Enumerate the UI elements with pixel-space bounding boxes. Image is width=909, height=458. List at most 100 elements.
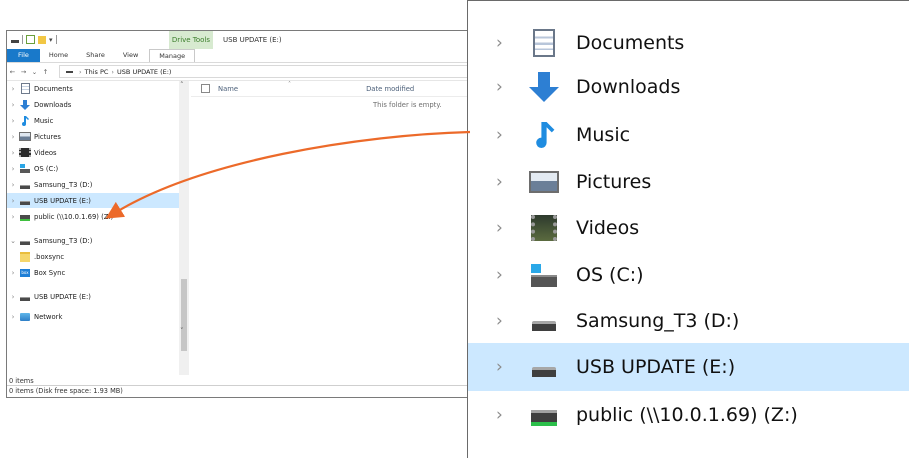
expand-chevron-icon[interactable]: ›: [496, 357, 528, 377]
properties-icon[interactable]: [26, 35, 35, 44]
nav-item-label: Pictures: [34, 132, 61, 141]
file-list-pane[interactable]: Name ˄ Date modified This folder is empt…: [191, 81, 487, 375]
nav-item-public-z[interactable]: › public (\\10.0.1.69) (Z:): [7, 209, 179, 224]
expand-chevron-icon[interactable]: ›: [7, 213, 19, 221]
tab-share[interactable]: Share: [77, 49, 114, 62]
scroll-down-arrow-icon[interactable]: ˅: [180, 327, 184, 335]
forward-button[interactable]: →: [18, 68, 29, 76]
zoom-item-label: Music: [576, 124, 631, 146]
zoom-item-label: USB UPDATE (E:): [576, 356, 736, 378]
quick-access-dropdown-icon[interactable]: ▾: [49, 36, 53, 44]
nav-item-documents[interactable]: › Documents: [7, 81, 179, 96]
explorer-body: › Documents › Downloads › Music › Pictur…: [7, 81, 487, 375]
drive-tools-context-tab[interactable]: Drive Tools: [169, 31, 213, 49]
nav-item-box-sync[interactable]: › box Box Sync: [7, 265, 179, 280]
expand-chevron-icon[interactable]: ›: [7, 293, 19, 301]
zoom-item-videos[interactable]: › Videos: [468, 204, 909, 252]
expand-chevron-icon[interactable]: ›: [7, 197, 19, 205]
status-item-count: 0 items: [9, 377, 34, 385]
folder-icon: [19, 251, 31, 262]
os-drive-icon: [19, 163, 31, 174]
nav-item-label: USB UPDATE (E:): [34, 292, 91, 301]
nav-item-usb-update-root[interactable]: › USB UPDATE (E:): [7, 289, 179, 304]
quick-access-toolbar: ▾: [11, 35, 57, 44]
tab-manage[interactable]: Manage: [149, 49, 196, 62]
nav-item-downloads[interactable]: › Downloads: [7, 97, 179, 112]
nav-item-samsung-t3[interactable]: › Samsung_T3 (D:): [7, 177, 179, 192]
expand-chevron-icon[interactable]: ›: [7, 149, 19, 157]
expand-chevron-icon[interactable]: ›: [7, 313, 19, 321]
tab-home[interactable]: Home: [40, 49, 77, 62]
pictures-icon: [19, 132, 31, 142]
tab-file[interactable]: File: [7, 49, 40, 62]
breadcrumb-chevron-icon[interactable]: ›: [111, 68, 114, 76]
nav-item-samsung-t3-expanded[interactable]: ⌄ Samsung_T3 (D:): [7, 233, 179, 248]
select-all-checkbox[interactable]: [201, 84, 210, 93]
expand-chevron-icon[interactable]: ›: [496, 33, 528, 53]
drive-icon: [19, 196, 31, 206]
empty-folder-message: This folder is empty.: [373, 101, 442, 109]
breadcrumb-usb-update[interactable]: USB UPDATE (E:): [117, 68, 171, 76]
collapse-chevron-icon[interactable]: ⌄: [7, 237, 19, 245]
drive-icon: [19, 180, 31, 190]
expand-chevron-icon[interactable]: ›: [7, 181, 19, 189]
expand-chevron-icon[interactable]: ›: [496, 125, 528, 145]
expand-chevron-icon[interactable]: ›: [7, 165, 19, 173]
breadcrumb-chevron-icon[interactable]: ›: [79, 68, 82, 76]
zoom-item-pictures[interactable]: › Pictures: [468, 158, 909, 206]
zoom-item-label: Downloads: [576, 76, 681, 98]
expand-chevron-icon[interactable]: ›: [496, 218, 528, 238]
zoom-item-downloads[interactable]: › Downloads: [468, 63, 909, 111]
zoom-item-label: Pictures: [576, 171, 652, 193]
scroll-up-arrow-icon[interactable]: ˄: [180, 81, 184, 89]
drive-icon: [66, 70, 73, 73]
nav-item-label: USB UPDATE (E:): [34, 196, 91, 205]
address-bar-row: ← → ⌄ ↑ › This PC › USB UPDATE (E:): [7, 63, 487, 81]
nav-pane-scrollbar[interactable]: ˄ ˅: [179, 81, 189, 375]
back-button[interactable]: ←: [7, 68, 18, 76]
address-bar[interactable]: › This PC › USB UPDATE (E:): [59, 65, 487, 78]
recent-locations-chevron-icon[interactable]: ⌄: [29, 68, 40, 76]
nav-item-pictures[interactable]: › Pictures: [7, 129, 179, 144]
nav-item-usb-update[interactable]: › USB UPDATE (E:): [7, 193, 179, 208]
nav-item-music[interactable]: › Music: [7, 113, 179, 128]
expand-chevron-icon[interactable]: ›: [496, 311, 528, 331]
column-name[interactable]: Name: [218, 85, 238, 93]
nav-item-videos[interactable]: › Videos: [7, 145, 179, 160]
tab-view[interactable]: View: [114, 49, 147, 62]
nav-item-network[interactable]: › Network: [7, 309, 179, 324]
expand-chevron-icon[interactable]: ›: [496, 77, 528, 97]
sort-arrow-icon: ˄: [288, 81, 291, 88]
expand-chevron-icon[interactable]: ›: [7, 133, 19, 141]
nav-item-boxsync-folder[interactable]: .boxsync: [7, 249, 179, 264]
breadcrumb-this-pc[interactable]: This PC: [85, 68, 109, 76]
expand-chevron-icon[interactable]: ›: [7, 85, 19, 93]
videos-icon: [19, 148, 31, 158]
nav-item-label: Box Sync: [34, 268, 66, 277]
documents-icon: [528, 28, 560, 58]
zoomed-navigation-pane: › Documents › Downloads › Music › Pictur…: [467, 0, 909, 458]
nav-item-os-c[interactable]: › OS (C:): [7, 161, 179, 176]
zoom-item-samsung-t3[interactable]: › Samsung_T3 (D:): [468, 297, 909, 345]
expand-chevron-icon[interactable]: ›: [496, 172, 528, 192]
nav-item-label: public (\\10.0.1.69) (Z:): [34, 212, 114, 221]
nav-item-label: Documents: [34, 84, 73, 93]
zoom-item-music[interactable]: › Music: [468, 111, 909, 159]
expand-chevron-icon[interactable]: ›: [7, 101, 19, 109]
zoom-item-label: Videos: [576, 217, 640, 239]
drive-icon[interactable]: [11, 39, 19, 43]
expand-chevron-icon[interactable]: ›: [7, 117, 19, 125]
zoom-item-usb-update[interactable]: › USB UPDATE (E:): [468, 343, 909, 391]
new-folder-icon[interactable]: [38, 35, 46, 44]
zoom-item-documents[interactable]: › Documents: [468, 19, 909, 67]
zoom-item-os-c[interactable]: › OS (C:): [468, 251, 909, 299]
zoom-item-public-z[interactable]: › public (\\10.0.1.69) (Z:): [468, 391, 909, 439]
expand-chevron-icon[interactable]: ›: [7, 269, 19, 277]
music-icon: [528, 120, 560, 150]
expand-chevron-icon[interactable]: ›: [496, 405, 528, 425]
zoom-item-label: OS (C:): [576, 264, 644, 286]
column-date-modified[interactable]: Date modified: [366, 85, 414, 93]
scrollbar-thumb[interactable]: [181, 279, 187, 351]
expand-chevron-icon[interactable]: ›: [496, 265, 528, 285]
up-button[interactable]: ↑: [40, 68, 51, 76]
